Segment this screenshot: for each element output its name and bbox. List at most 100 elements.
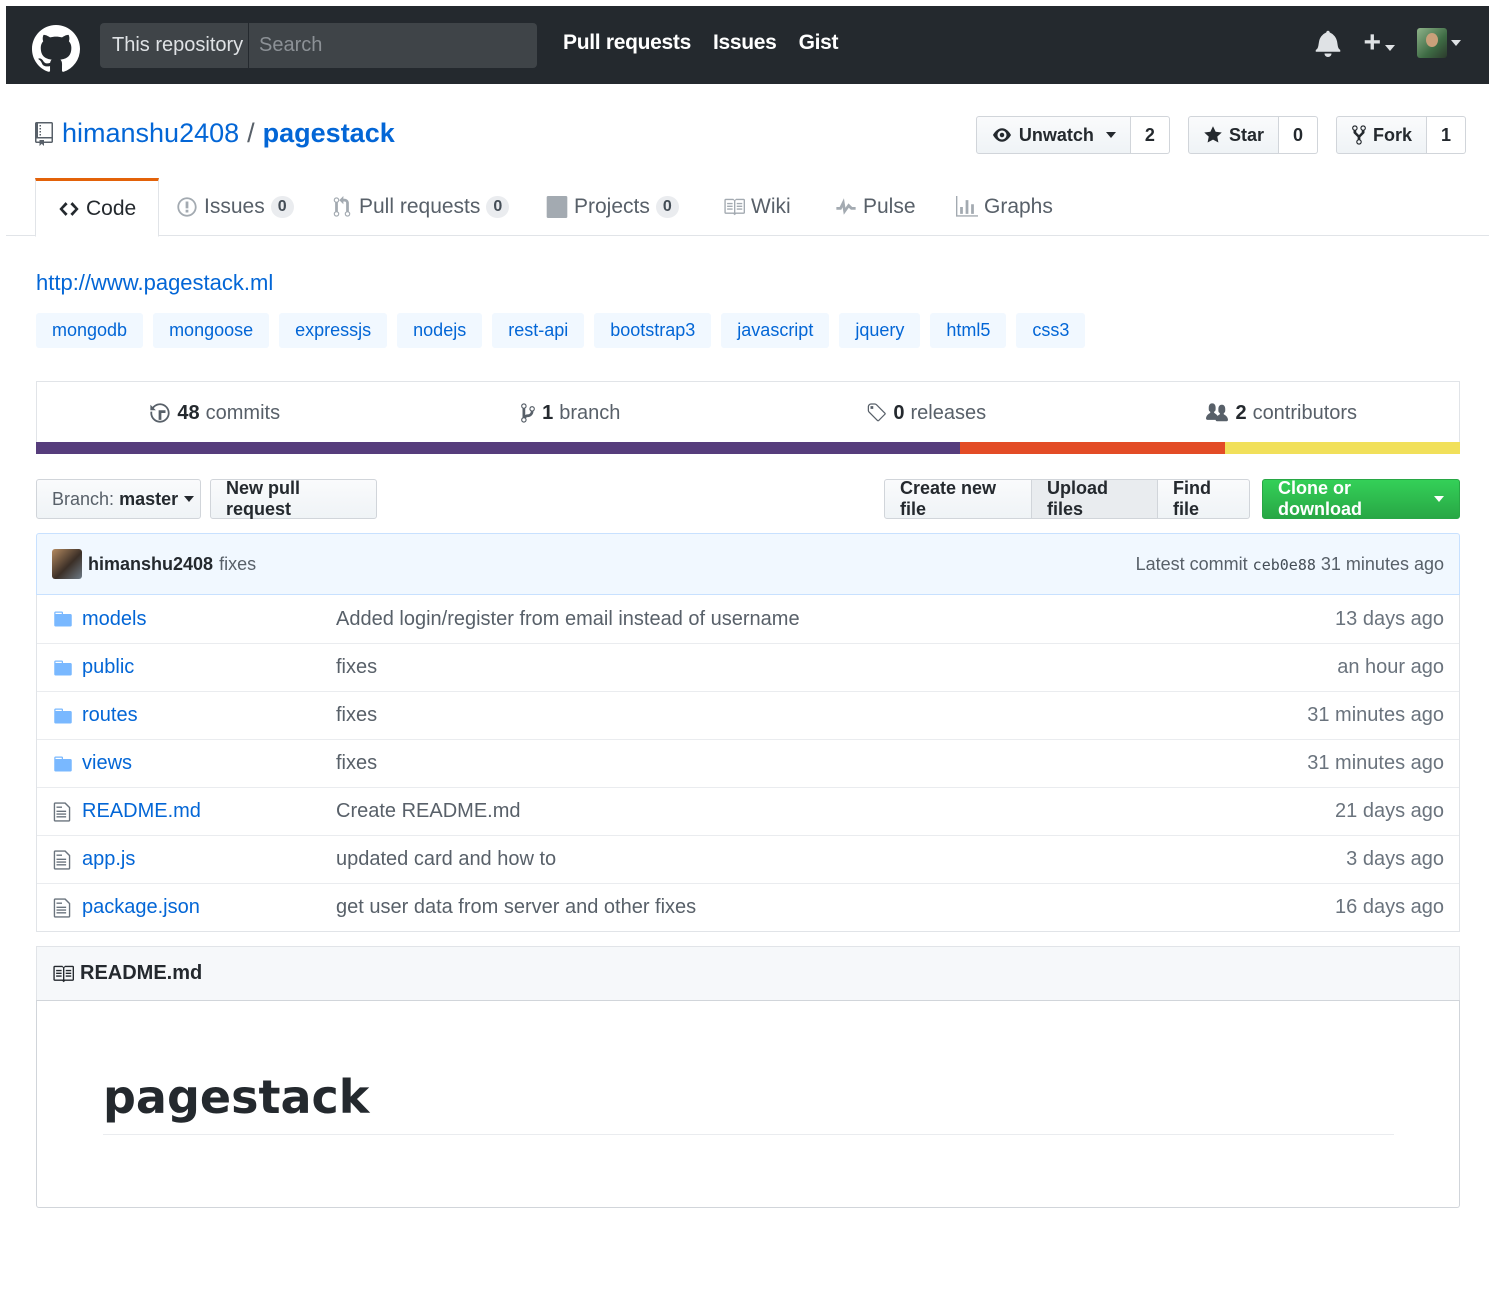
language-bar-segment[interactable] (960, 442, 1226, 454)
file-icon (52, 800, 76, 824)
file-name-link[interactable]: views (82, 752, 336, 775)
book-icon (53, 965, 74, 982)
unwatch-label: Unwatch (1018, 124, 1094, 145)
star-button[interactable]: Star (1187, 116, 1279, 154)
nav-pull-requests[interactable]: Pull requests (563, 31, 691, 55)
clone-or-download-button[interactable]: Clone or download (1262, 478, 1460, 519)
topic-tag[interactable]: rest-api (492, 313, 585, 348)
repo-owner-link[interactable]: himanshu2408 (62, 118, 239, 149)
github-logo-icon[interactable] (32, 25, 80, 73)
file-age: 31 minutes ago (1307, 752, 1444, 774)
file-commit-message-link[interactable]: fixes (336, 752, 1307, 775)
file-age: 16 days ago (1335, 896, 1444, 918)
counter-badge: 0 (486, 196, 510, 218)
readme-filename: README.md (80, 962, 203, 984)
file-name-link[interactable]: app.js (82, 848, 336, 871)
topic-tag[interactable]: bootstrap3 (594, 313, 712, 348)
nav-gist[interactable]: Gist (799, 31, 839, 55)
code-icon (59, 201, 79, 216)
file-commit-message-link[interactable]: get user data from server and other fixe… (336, 896, 1335, 919)
file-row: views fixes 31 minutes ago (37, 739, 1459, 787)
tab-label: Code (86, 196, 137, 220)
file-name-link[interactable]: README.md (82, 800, 336, 823)
folder-icon (52, 607, 76, 631)
fork-group: Fork 1 (1335, 116, 1466, 154)
releases-count: 0 (893, 401, 905, 424)
search-input[interactable] (249, 23, 537, 68)
nav-issues[interactable]: Issues (713, 31, 777, 55)
file-commit-message-link[interactable]: fixes (336, 656, 1337, 679)
watchers-count[interactable]: 2 (1130, 116, 1170, 154)
topic-tag[interactable]: nodejs (397, 313, 483, 348)
commits-label: commits (205, 401, 281, 424)
file-commit-message-link[interactable]: fixes (336, 704, 1307, 727)
file-commit-message-link[interactable]: updated card and how to (336, 848, 1346, 871)
eye-icon (992, 128, 1011, 142)
new-pull-request-button[interactable]: New pull request (210, 478, 377, 519)
book-icon (724, 198, 745, 216)
contributors-count: 2 (1235, 401, 1247, 424)
header-nav: Pull requests Issues Gist (563, 31, 839, 55)
tab-label: Pull requests (359, 195, 481, 218)
releases-label: releases (910, 401, 987, 424)
avatar[interactable] (52, 549, 82, 579)
chevron-down-icon (184, 496, 195, 502)
star-icon (1204, 126, 1222, 143)
repo-homepage-link[interactable]: http://www.pagestack.ml (36, 270, 273, 296)
forks-count[interactable]: 1 (1426, 116, 1466, 154)
tab-code[interactable]: Code (35, 178, 160, 237)
unwatch-button[interactable]: Unwatch (975, 116, 1131, 154)
branches-label: branch (559, 401, 621, 424)
readme-heading: pagestack (103, 1070, 1394, 1135)
stargazers-count[interactable]: 0 (1278, 116, 1318, 154)
chevron-down-icon (1105, 132, 1116, 138)
file-name-link[interactable]: package.json (82, 896, 336, 919)
file-name-link[interactable]: routes (82, 704, 336, 727)
header-search: This repository (100, 23, 537, 68)
tab-projects[interactable]: Projects 0 (524, 178, 701, 236)
topic-tag[interactable]: jquery (839, 313, 921, 348)
create-new-file-button[interactable]: Create new file (884, 478, 1032, 519)
tab-pulse[interactable]: Pulse (813, 178, 938, 236)
tab-pull-requests[interactable]: Pull requests 0 (309, 178, 531, 236)
commit-message-link[interactable]: fixes (219, 554, 256, 575)
latest-commit-bar: himanshu2408 fixes Latest commit ceb0e88… (36, 533, 1460, 595)
commit-author-link[interactable]: himanshu2408 (88, 554, 213, 575)
file-commit-message-link[interactable]: Added login/register from email instead … (336, 608, 1335, 631)
topic-tag[interactable]: css3 (1016, 313, 1086, 348)
file-row: public fixes an hour ago (37, 643, 1459, 691)
file-commit-message-link[interactable]: Create README.md (336, 800, 1335, 823)
tab-wiki[interactable]: Wiki (701, 178, 813, 236)
topic-tag[interactable]: javascript (721, 313, 830, 348)
repo-name-link[interactable]: pagestack (263, 118, 395, 149)
language-bar-segment[interactable] (1225, 442, 1460, 454)
file-age: 21 days ago (1335, 800, 1444, 822)
new-menu-button[interactable]: + (1363, 28, 1395, 58)
topic-tag[interactable]: expressjs (279, 313, 388, 348)
topic-tag[interactable]: mongoose (153, 313, 270, 348)
readme-content: pagestack (36, 1000, 1460, 1208)
topic-tag[interactable]: mongodb (36, 313, 144, 348)
language-bar-segment[interactable] (36, 442, 961, 454)
file-name-link[interactable]: public (82, 656, 336, 679)
search-scope-badge[interactable]: This repository (100, 23, 249, 68)
folder-icon (52, 656, 76, 680)
tab-graphs[interactable]: Graphs (934, 178, 1075, 236)
file-name-link[interactable]: models (82, 608, 336, 631)
file-age: an hour ago (1337, 656, 1444, 678)
bell-icon[interactable] (1315, 29, 1341, 57)
commit-sha-link[interactable]: ceb0e88 (1253, 556, 1316, 574)
file-navigation: Branch: master New pull request Create n… (36, 478, 1460, 519)
upload-files-button[interactable]: Upload files (1032, 478, 1158, 519)
graph-icon (956, 196, 978, 217)
find-file-button[interactable]: Find file (1158, 478, 1250, 519)
counter-badge: 0 (270, 196, 294, 218)
file-icon (52, 896, 76, 920)
fork-button[interactable]: Fork (1335, 116, 1427, 154)
language-bar[interactable] (36, 442, 1460, 454)
tab-issues[interactable]: Issues 0 (154, 178, 316, 236)
branch-select-button[interactable]: Branch: master (36, 479, 201, 519)
topic-tag[interactable]: html5 (930, 313, 1007, 348)
project-icon (546, 196, 568, 218)
user-menu-button[interactable] (1417, 28, 1461, 58)
